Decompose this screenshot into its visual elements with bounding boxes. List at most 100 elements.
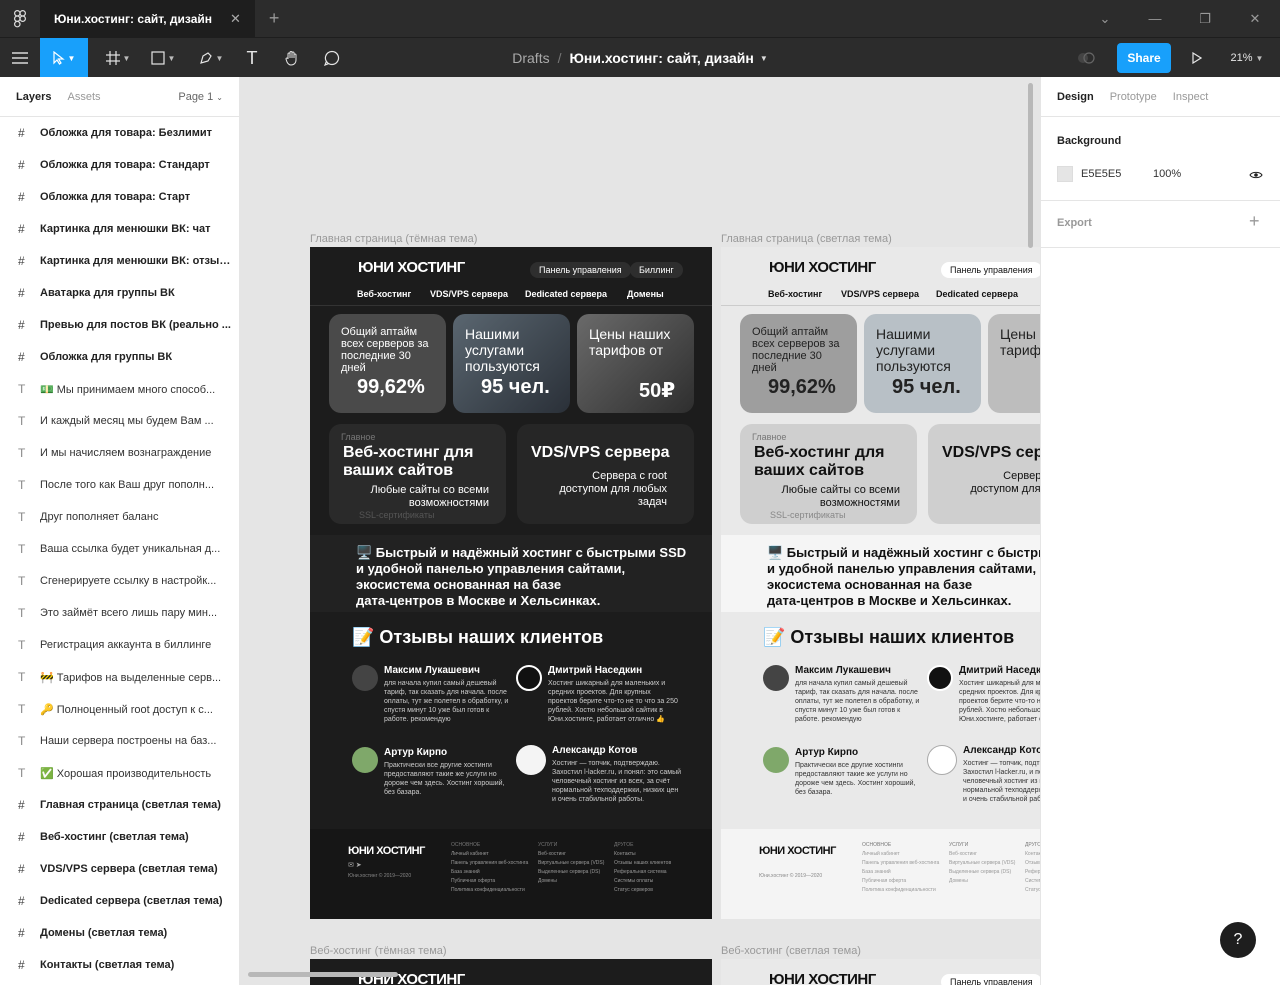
layer-item[interactable]: # Веб-хостинг (светлая тема) — [0, 821, 239, 853]
layer-item[interactable]: # Картинка для менюшки ВК: отзывы — [0, 245, 239, 277]
layer-item[interactable]: T 💵 Мы принимаем много способ... — [0, 373, 239, 405]
vertical-scrollbar[interactable] — [1028, 83, 1033, 248]
layer-item[interactable]: T 🚧 Тарифов на выделенные серв... — [0, 661, 239, 693]
frame-layer-icon: # — [18, 254, 25, 268]
restore-icon[interactable]: ❐ — [1180, 0, 1230, 37]
background-swatch[interactable] — [1057, 166, 1073, 182]
eye-icon[interactable] — [1249, 167, 1263, 185]
canvas[interactable]: Главная страница (тёмная тема) Главная с… — [240, 77, 1040, 985]
share-button[interactable]: Share — [1117, 43, 1171, 73]
menu-icon[interactable] — [0, 38, 40, 78]
frame-layer-icon: # — [18, 798, 25, 812]
zoom-dropdown[interactable]: 21% ▼ — [1222, 38, 1272, 78]
comment-tool[interactable] — [318, 38, 346, 78]
layer-item[interactable]: T И мы начисляем вознаграждение — [0, 437, 239, 469]
layer-item[interactable]: # Превью для постов ВК (реально ... — [0, 309, 239, 341]
web-card-title: Веб-хостинг для ваших сайтов — [754, 444, 885, 479]
artboard-home-dark[interactable]: ЮНИ ХОСТИНГ Панель управления Биллинг Ве… — [310, 247, 712, 919]
layer-item[interactable]: # Аватарка для группы ВК — [0, 277, 239, 309]
layer-item[interactable]: # Домены (светлая тема) — [0, 917, 239, 949]
text-tool-icon[interactable]: T — [238, 38, 266, 78]
layer-item[interactable]: # Главная страница (светлая тема) — [0, 789, 239, 821]
footer-link: Панель управления веб-хостинга — [451, 860, 529, 866]
new-tab-icon[interactable]: + — [269, 8, 280, 29]
text-layer-icon: T — [18, 734, 26, 748]
review-text: Хостинг шикарный для маленьких и средних… — [548, 680, 678, 723]
present-play-icon[interactable] — [1184, 38, 1210, 78]
pen-tool[interactable]: ▼ — [192, 38, 230, 78]
users-value: 95 чел. — [481, 376, 550, 398]
layer-item[interactable]: T Ваша ссылка будет уникальная д... — [0, 533, 239, 565]
close-tab-icon[interactable]: ✕ — [230, 11, 241, 27]
close-window-icon[interactable]: ✕ — [1230, 0, 1280, 37]
background-opacity-input[interactable]: 100% — [1153, 168, 1181, 180]
panel-button: Панель управления — [941, 262, 1040, 278]
artboard-home-light[interactable]: ЮНИ ХОСТИНГ Панель управления Веб-хостин… — [721, 247, 1040, 919]
frame-tool[interactable]: ▼ — [100, 38, 136, 78]
layer-label: Контакты (светлая тема) — [40, 959, 175, 971]
move-tool[interactable]: ▼ — [40, 38, 88, 78]
footer-social-icons: ✉ ➤ — [348, 862, 362, 869]
layer-item[interactable]: # Картинка для менюшки ВК: чат — [0, 213, 239, 245]
chevron-down-icon[interactable]: ⌄ — [1080, 0, 1130, 37]
review-text: Практически все другие хостинги предоста… — [795, 762, 916, 796]
figma-logo-icon[interactable] — [0, 0, 40, 37]
frame-label-web-light[interactable]: Веб-хостинг (светлая тема) — [721, 945, 861, 957]
tab-prototype[interactable]: Prototype — [1110, 91, 1157, 103]
layer-item[interactable]: T Сгенерируете ссылку в настройк... — [0, 565, 239, 597]
layer-item[interactable]: # Обложка для товара: Стандарт — [0, 149, 239, 181]
tab-assets[interactable]: Assets — [67, 91, 100, 103]
footer-link: Выделенные сервера (DS) — [538, 869, 601, 875]
vds-card: VDS/VPS сервера Сервера с root доступом … — [517, 424, 694, 524]
layer-item[interactable]: T Регистрация аккаунта в биллинге — [0, 629, 239, 661]
shape-tool[interactable]: ▼ — [144, 38, 182, 78]
layer-item[interactable]: T Это займёт всего лишь пару мин... — [0, 597, 239, 629]
web-hosting-card: Главное Веб-хостинг для ваших сайтов Люб… — [740, 424, 917, 524]
web-card-extra: SSL-сертификаты — [359, 510, 435, 520]
file-tab-title: Юни.хостинг: сайт, дизайн — [54, 11, 212, 26]
multiplayer-icon[interactable] — [1072, 38, 1100, 78]
tab-layers[interactable]: Layers — [16, 91, 51, 103]
prices-value: 50₽ — [639, 380, 676, 402]
artboard-web-light[interactable]: ЮНИ ХОСТИНГ Панель управления — [721, 959, 1040, 985]
layer-item[interactable]: T И каждый месяц мы будем Вам ... — [0, 405, 239, 437]
footer-link: Контакты — [614, 851, 636, 857]
footer-col-title: ОСНОВНОЕ — [862, 842, 892, 848]
file-tab[interactable]: Юни.хостинг: сайт, дизайн ✕ — [40, 0, 255, 37]
file-menu-chevron-icon[interactable]: ▼ — [760, 54, 768, 63]
layer-item[interactable]: T Друг пополняет баланс — [0, 501, 239, 533]
layer-item[interactable]: # Контакты (светлая тема) — [0, 949, 239, 981]
layer-item[interactable]: T ✅ Хорошая производительность — [0, 757, 239, 789]
layer-item[interactable]: # VDS/VPS сервера (светлая тема) — [0, 853, 239, 885]
review-text: Практически все другие хостинги предоста… — [384, 762, 505, 796]
help-button[interactable]: ? — [1220, 922, 1256, 958]
layer-item[interactable]: T После того как Ваш друг пополн... — [0, 469, 239, 501]
frame-label-light[interactable]: Главная страница (светлая тема) — [721, 233, 892, 245]
text-layer-icon: T — [18, 766, 26, 780]
tab-inspect[interactable]: Inspect — [1173, 91, 1208, 103]
layer-item[interactable]: T 🔑 Полноценный root доступ к с... — [0, 693, 239, 725]
frame-layer-icon: # — [18, 830, 25, 844]
add-export-icon[interactable]: + — [1249, 211, 1260, 232]
drafts-link[interactable]: Drafts — [512, 50, 549, 66]
web-card-title: Веб-хостинг для ваших сайтов — [343, 444, 474, 479]
horizontal-scrollbar[interactable] — [248, 972, 398, 977]
minimize-icon[interactable]: — — [1130, 0, 1180, 37]
file-name[interactable]: Юни.хостинг: сайт, дизайн — [569, 50, 753, 66]
frame-label-web-dark[interactable]: Веб-хостинг (тёмная тема) — [310, 945, 447, 957]
hand-tool[interactable] — [278, 38, 306, 78]
layer-item[interactable]: # Обложка для товара: Безлимит — [0, 117, 239, 149]
footer-link: Политика конфиденциальности — [862, 887, 936, 893]
frame-label-dark[interactable]: Главная страница (тёмная тема) — [310, 233, 477, 245]
layer-item[interactable]: T Наши сервера построены на баз... — [0, 725, 239, 757]
avatar — [352, 747, 378, 773]
page-selector[interactable]: Page 1 ⌄ — [178, 91, 223, 103]
layer-item[interactable]: # Обложка для группы ВК — [0, 341, 239, 373]
review-author: Дмитрий Наседкин — [548, 665, 643, 676]
footer-copyright: Юни.хостинг © 2019—2020 — [348, 873, 412, 879]
layer-item[interactable]: # Обложка для товара: Старт — [0, 181, 239, 213]
background-hex-input[interactable]: E5E5E5 — [1081, 168, 1121, 180]
tab-design[interactable]: Design — [1057, 91, 1094, 103]
footer-brand: ЮНИ ХОСТИНГ — [759, 845, 836, 857]
layer-item[interactable]: # Dedicated сервера (светлая тема) — [0, 885, 239, 917]
